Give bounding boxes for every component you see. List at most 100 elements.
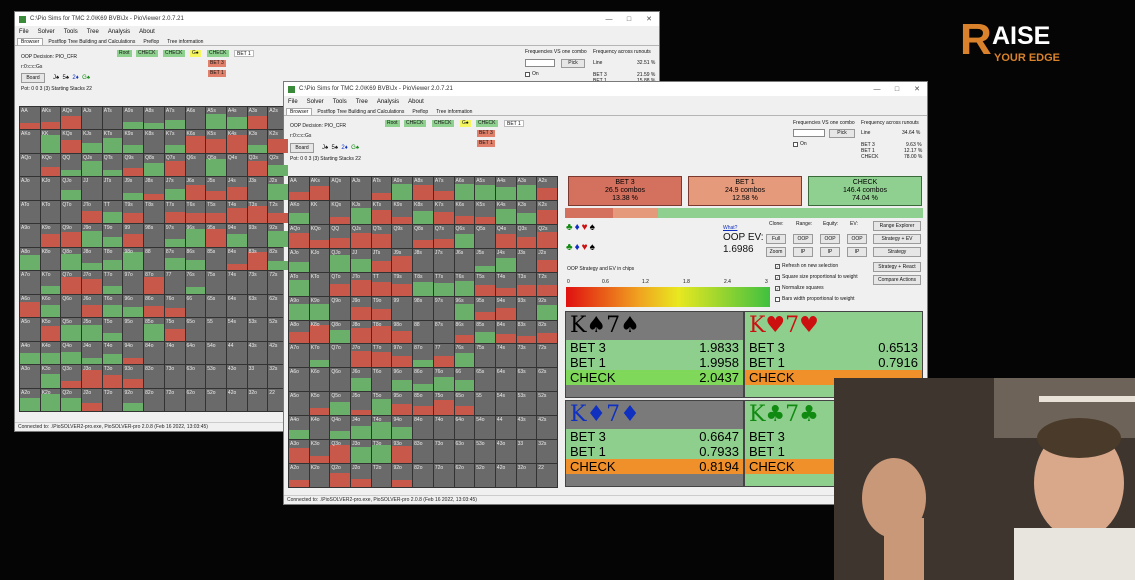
hand-cell[interactable]: Q7s (164, 153, 185, 177)
hand-cell[interactable]: 94o (123, 341, 144, 365)
hand-cell[interactable]: 32o (516, 464, 537, 487)
hand-cell[interactable]: Q6o (330, 368, 351, 392)
normalize-checkbox[interactable]: ✓ Normalize squares (775, 285, 824, 291)
hand-cell[interactable]: AKs (309, 177, 330, 200)
hand-cell[interactable]: A9o (289, 296, 309, 320)
combo-card-ks7s[interactable]: K♠7♠ BET 3 1.9833 BET 1 1.9958 CHECK 2.0437 (565, 311, 744, 398)
hand-cell[interactable]: 66 (185, 294, 206, 318)
clone-full-button[interactable]: Full (766, 234, 786, 244)
hand-cell[interactable]: Q3o (61, 365, 82, 388)
hand-cell[interactable]: 99 (123, 224, 144, 247)
hand-cell[interactable]: Q8s (413, 224, 433, 248)
hand-cell[interactable]: Q9o (61, 224, 82, 247)
hand-cell[interactable]: 43o (226, 365, 247, 388)
hand-cell[interactable]: 52o (206, 388, 226, 411)
hand-cell[interactable]: Q3s (516, 224, 537, 248)
hand-cell[interactable]: K8o (40, 247, 61, 271)
hand-cell[interactable]: A3o (20, 365, 40, 388)
hand-cell[interactable]: 88 (144, 247, 164, 271)
hand-cell[interactable]: K5s (206, 130, 226, 153)
hand-cell[interactable]: T2s (537, 272, 557, 296)
hand-cell[interactable]: T3o (371, 440, 392, 464)
hand-cell[interactable]: 76s (454, 344, 475, 368)
hand-cell[interactable]: J7o (82, 271, 102, 294)
hand-cell[interactable]: KTs (371, 200, 392, 224)
tab-postflop[interactable]: Postflop Tree Building and Calculations (45, 39, 138, 45)
hand-cell[interactable]: K5o (309, 392, 330, 416)
menu-solver[interactable]: Solver (307, 99, 324, 105)
hand-cell[interactable]: 82s (537, 320, 557, 344)
range-ip-button[interactable]: IP (793, 247, 813, 257)
hand-cell[interactable]: 96o (392, 368, 413, 392)
club-icon[interactable]: ♣ (566, 222, 575, 233)
hand-cell[interactable]: A3o (289, 440, 309, 464)
hand-cell[interactable]: T4o (102, 341, 123, 365)
hand-cell[interactable]: 76o (164, 294, 185, 318)
hand-cell[interactable]: 86s (185, 247, 206, 271)
hand-cell[interactable]: 85s (206, 247, 226, 271)
range-oop-button[interactable]: OOP (793, 234, 813, 244)
hand-cell[interactable]: Q6s (185, 153, 206, 177)
tree-node-card[interactable]: G♠ (190, 50, 201, 57)
hand-cell[interactable]: QTo (330, 272, 351, 296)
hand-cell[interactable]: KJo (40, 177, 61, 200)
hand-cell[interactable]: 73o (433, 440, 454, 464)
hand-cell[interactable]: QTs (102, 153, 123, 177)
hand-cell[interactable]: A4s (495, 177, 516, 200)
hand-cell[interactable]: J5o (351, 392, 371, 416)
hand-cell[interactable]: 96o (123, 294, 144, 318)
hand-cell[interactable]: A6s (185, 107, 206, 130)
hand-cell[interactable]: 85o (413, 392, 433, 416)
hand-cell[interactable]: 74o (164, 341, 185, 365)
combo-card-kd7d[interactable]: K♦7♦ BET 3 0.6647 BET 1 0.7933 CHECK 0.8194 (565, 400, 744, 487)
hand-cell[interactable]: T4o (371, 416, 392, 440)
hand-cell[interactable]: A5s (206, 107, 226, 130)
hand-cell[interactable]: 63s (247, 294, 268, 318)
action-bet3-box[interactable]: BET 3 26.5 combos 13.38 % (568, 176, 682, 206)
hand-cell[interactable]: 95s (475, 296, 495, 320)
hand-cell[interactable]: 84s (495, 320, 516, 344)
hand-cell[interactable]: T8s (144, 200, 164, 224)
hand-cell[interactable]: T9o (102, 224, 123, 247)
combo-input[interactable] (793, 129, 825, 137)
hand-cell[interactable]: JJ (351, 248, 371, 272)
hand-cell[interactable]: J6o (82, 294, 102, 318)
hand-cell[interactable]: T9o (371, 296, 392, 320)
hand-cell[interactable]: K5o (40, 318, 61, 341)
hand-cell[interactable]: K6s (454, 200, 475, 224)
hand-cell[interactable]: JTs (371, 248, 392, 272)
hand-cell[interactable]: KTo (309, 272, 330, 296)
hand-cell[interactable]: AJs (351, 177, 371, 200)
hand-cell[interactable]: A6s (454, 177, 475, 200)
hand-cell[interactable]: J3o (351, 440, 371, 464)
hand-cell[interactable]: J6s (454, 248, 475, 272)
hand-cell[interactable]: AA (289, 177, 309, 200)
hand-cell[interactable]: A8o (289, 320, 309, 344)
hand-cell[interactable]: 97s (164, 224, 185, 247)
hand-cell[interactable]: 87o (413, 344, 433, 368)
hand-cell[interactable]: K4o (40, 341, 61, 365)
tab-preflop[interactable]: Preflop (140, 39, 162, 45)
menu-analysis[interactable]: Analysis (108, 29, 130, 35)
hand-cell[interactable]: T9s (392, 272, 413, 296)
hand-cell[interactable]: T7s (433, 272, 454, 296)
title-bar[interactable]: C:\Pio Sims for TMC 2.0\K69 BVB\Jx - Pio… (284, 82, 927, 96)
hand-cell[interactable]: J8o (351, 320, 371, 344)
hand-cell[interactable]: 33 (516, 440, 537, 464)
maximize-icon[interactable]: □ (887, 86, 907, 93)
hand-cell[interactable]: A3s (247, 107, 268, 130)
hand-cell[interactable]: JTs (102, 177, 123, 200)
hand-cell[interactable]: T2o (102, 388, 123, 411)
menu-tree[interactable]: Tree (356, 99, 368, 105)
tree-node-check[interactable]: CHECK (404, 120, 426, 127)
tree-node-bet1[interactable]: BET 1 (208, 70, 226, 77)
hand-cell[interactable]: Q6s (454, 224, 475, 248)
menu-tools[interactable]: Tools (64, 29, 78, 35)
hand-cell[interactable]: J7s (433, 248, 454, 272)
hand-cell[interactable]: A5o (20, 318, 40, 341)
hand-cell[interactable]: J2o (82, 388, 102, 411)
hand-cell[interactable]: 55 (206, 318, 226, 341)
compare-actions-button[interactable]: Compare Actions (873, 275, 921, 285)
hand-cell[interactable]: Q5s (475, 224, 495, 248)
hand-cell[interactable]: T7s (164, 200, 185, 224)
